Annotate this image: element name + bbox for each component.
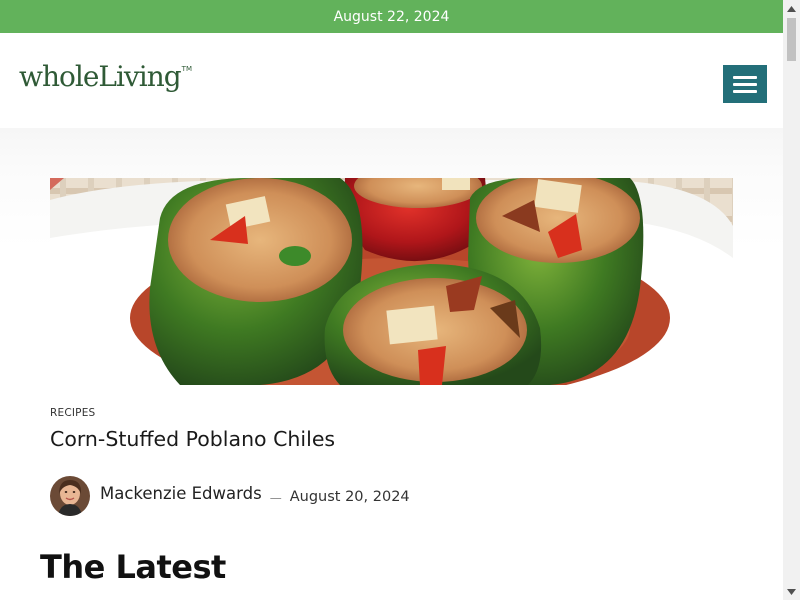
date-bar: August 22, 2024 [0,0,783,33]
logo-text: wholeLiving [19,60,182,93]
author-avatar[interactable] [50,476,90,516]
author-name[interactable]: Mackenzie Edwards [100,484,262,503]
latest-heading: The Latest [40,548,226,586]
main-content: RECIPES Corn-Stuffed Poblano Chiles Mack… [0,128,783,600]
page: August 22, 2024 wholeLiving TM RECIPES C… [0,0,783,600]
logo-trademark: TM [181,65,192,73]
site-header: wholeLiving TM [0,33,783,128]
article-title[interactable]: Corn-Stuffed Poblano Chiles [50,427,335,451]
stuffed-peppers-photo [50,178,733,385]
featured-image[interactable] [50,178,733,385]
top-date: August 22, 2024 [333,9,450,25]
site-logo[interactable]: wholeLiving TM [19,59,192,95]
vertical-scrollbar[interactable] [783,0,800,600]
publish-date: August 20, 2024 [289,489,410,505]
menu-button[interactable] [723,65,767,103]
scroll-down-arrow-icon[interactable] [783,583,800,600]
scrollbar-thumb[interactable] [787,18,796,61]
article-category[interactable]: RECIPES [50,407,95,419]
scroll-up-arrow-icon[interactable] [783,0,800,17]
byline-separator: — [269,491,282,505]
article-byline: Mackenzie Edwards — August 20, 2024 [50,476,410,516]
